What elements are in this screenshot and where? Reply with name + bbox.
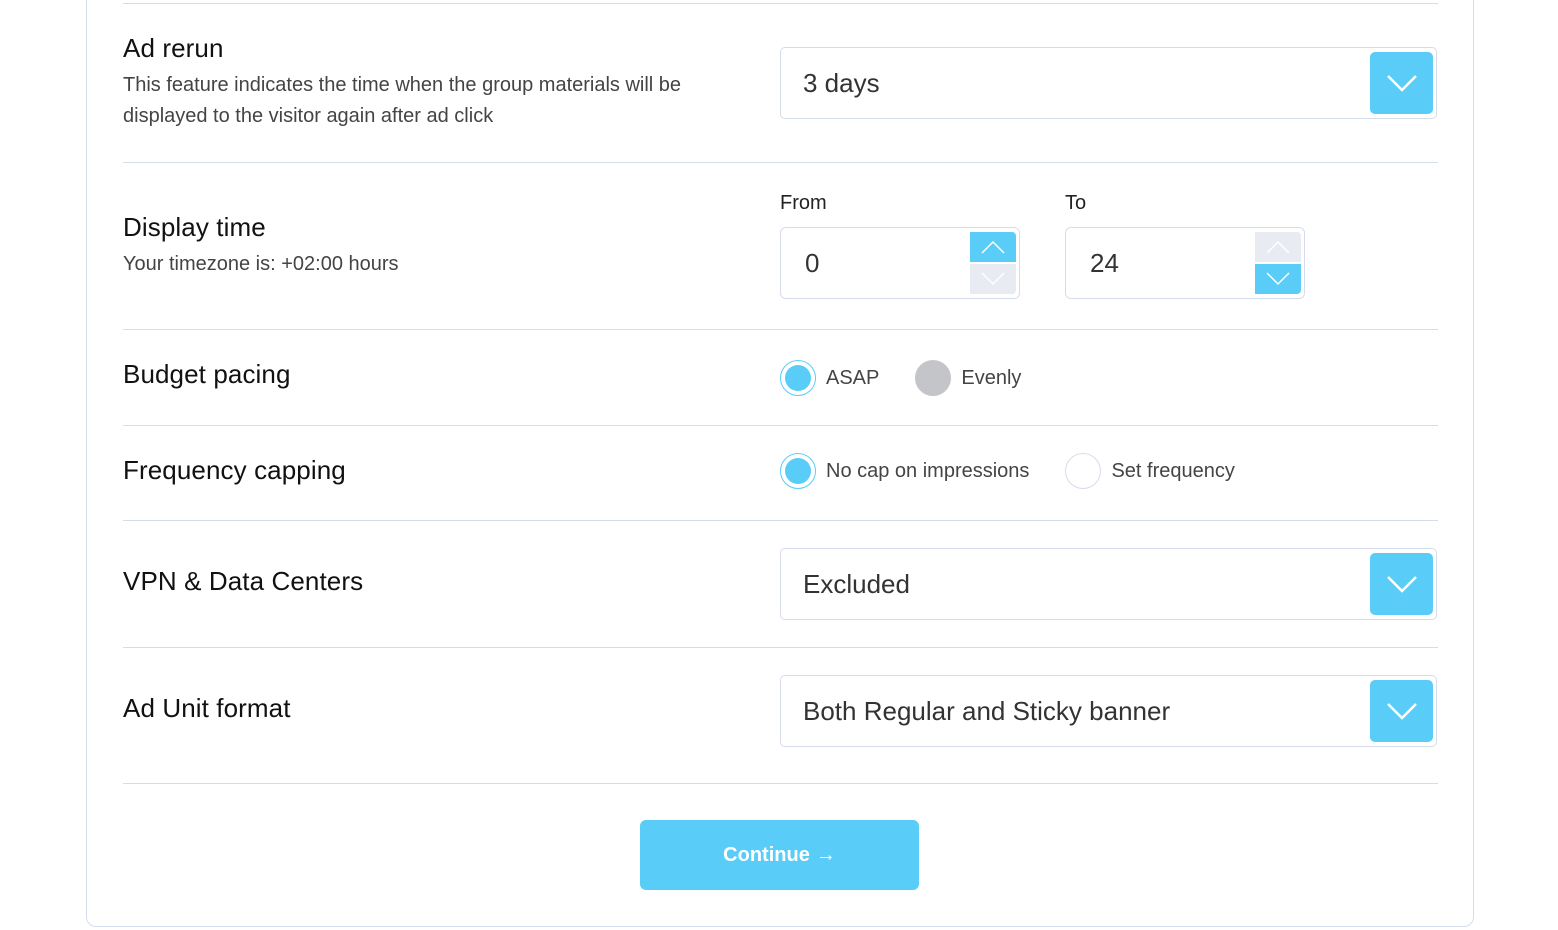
ad-rerun-select[interactable]: 3 days [780,47,1437,119]
radio-no-cap[interactable]: No cap on impressions [780,453,1029,489]
frequency-capping-radio-group: No cap on impressions Set frequency [780,453,1271,489]
ad-unit-format-value: Both Regular and Sticky banner [803,696,1171,726]
continue-button[interactable]: Continue → [640,820,919,890]
radio-asap[interactable]: ASAP [780,360,879,396]
from-value: 0 [805,248,820,278]
radio-set-frequency-label: Set frequency [1111,459,1235,482]
divider [123,783,1438,784]
vpn-select[interactable]: Excluded [780,548,1437,620]
from-decrement-button[interactable] [970,264,1016,294]
ad-unit-format-dropdown-button[interactable] [1370,680,1433,742]
vpn-value: Excluded [803,569,910,599]
display-time-title: Display time [123,212,266,242]
to-stepper[interactable]: 24 [1065,227,1305,299]
from-stepper[interactable]: 0 [780,227,1020,299]
radio-evenly-label: Evenly [961,366,1022,389]
from-increment-button[interactable] [970,232,1016,262]
chevron-up-icon [1266,240,1290,254]
ad-unit-format-title: Ad Unit format [123,693,291,723]
timezone-text: Your timezone is: +02:00 hours [123,253,399,275]
radio-set-frequency-circle[interactable] [1065,453,1102,489]
radio-evenly: Evenly [915,360,1021,396]
to-increment-button[interactable] [1255,232,1301,262]
to-label: To [1065,192,1087,214]
chevron-down-icon [1386,75,1417,92]
radio-asap-label: ASAP [826,366,880,389]
ad-rerun-value: 3 days [803,68,880,98]
chevron-down-icon [1386,703,1417,720]
radio-evenly-circle [915,360,952,396]
frequency-capping-title: Frequency capping [123,455,346,485]
to-value: 24 [1090,248,1119,278]
continue-label: Continue [723,843,810,866]
divider [123,647,1438,648]
ad-rerun-dropdown-button[interactable] [1370,52,1433,114]
chevron-down-icon [1266,272,1290,286]
radio-no-cap-label: No cap on impressions [826,459,1030,482]
arrow-right-icon: → [815,843,836,866]
radio-asap-circle[interactable] [780,360,816,396]
from-label: From [780,192,827,214]
budget-pacing-radio-group: ASAP Evenly [780,360,1057,396]
vpn-dropdown-button[interactable] [1370,553,1433,615]
divider [123,425,1438,426]
ad-rerun-description: This feature indicates the time when the… [123,74,682,127]
ad-rerun-title: Ad rerun [123,33,224,63]
divider [123,520,1438,521]
divider [123,329,1438,330]
divider [123,162,1438,163]
chevron-down-icon [1386,576,1417,593]
chevron-up-icon [981,240,1005,254]
budget-pacing-title: Budget pacing [123,359,291,389]
vpn-title: VPN & Data Centers [123,566,364,596]
radio-set-frequency[interactable]: Set frequency [1065,453,1235,489]
ad-unit-format-select[interactable]: Both Regular and Sticky banner [780,675,1437,747]
chevron-down-icon [981,272,1005,286]
divider [123,3,1438,4]
radio-no-cap-circle[interactable] [780,453,816,489]
to-decrement-button[interactable] [1255,264,1301,294]
